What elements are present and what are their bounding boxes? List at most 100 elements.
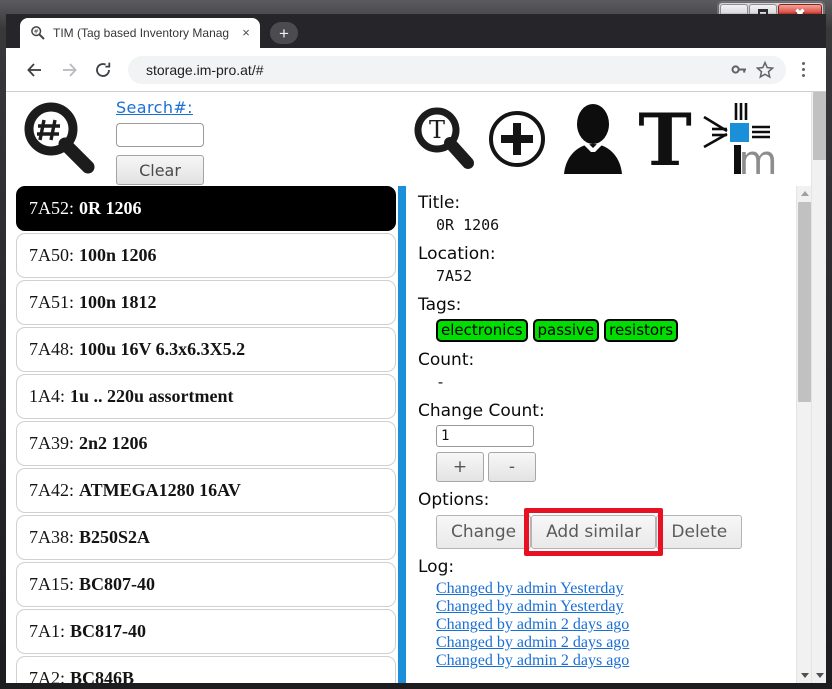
list-item-code: 7A15: xyxy=(29,574,74,594)
magnifier-hash-icon xyxy=(18,98,100,178)
options-row: Change Add similar Delete xyxy=(436,508,811,556)
new-tab-button[interactable]: + xyxy=(270,22,298,44)
svg-text:m: m xyxy=(739,138,776,177)
list-item-code: 7A51: xyxy=(29,292,74,312)
count-value: - xyxy=(436,373,446,391)
list-item-code: 7A39: xyxy=(29,433,74,453)
detail-vertical-scrollbar[interactable] xyxy=(796,186,811,683)
delete-button[interactable]: Delete xyxy=(656,515,743,549)
list-item[interactable]: 7A39: 2n2 1206 xyxy=(16,421,396,466)
detail-scroll-down-icon[interactable] xyxy=(797,668,811,683)
options-label: Options: xyxy=(418,490,490,510)
title-value: 0R 1206 xyxy=(436,216,500,234)
list-item[interactable]: 7A2: BC846B xyxy=(16,656,396,683)
list-item-code: 7A2: xyxy=(29,668,65,683)
list-item-title: 100n 1812 xyxy=(79,292,157,312)
log-entry[interactable]: Changed by admin Yesterday xyxy=(436,580,811,598)
im-pro-logo-icon[interactable]: m xyxy=(702,101,776,177)
menu-dot xyxy=(801,74,805,77)
list-item-code: 7A38: xyxy=(29,527,74,547)
page-scroll-thumb[interactable] xyxy=(813,92,826,160)
list-item-title: BC817-40 xyxy=(70,621,146,641)
decrement-button[interactable]: - xyxy=(488,452,536,482)
add-similar-button[interactable]: Add similar xyxy=(531,515,657,549)
user-admin-icon[interactable] xyxy=(558,102,628,176)
tab-close-icon[interactable]: × xyxy=(238,25,254,41)
field-title: Title: 0R 1206 xyxy=(418,192,811,236)
field-options: Options: Change Add similar Delete xyxy=(418,489,811,556)
log-entry[interactable]: Changed by admin 2 days ago xyxy=(436,634,811,652)
list-item[interactable]: 7A15: BC807-40 xyxy=(16,562,396,607)
increment-button[interactable]: + xyxy=(436,452,484,482)
page-scroll-down-icon[interactable] xyxy=(812,668,826,683)
log-label: Log: xyxy=(418,557,455,577)
app-header: Search#: Clear T T m xyxy=(6,92,811,186)
tag-badge[interactable]: electronics xyxy=(436,319,528,342)
clear-button[interactable]: Clear xyxy=(116,155,204,185)
tag-list: electronics passive resistors xyxy=(436,319,811,342)
list-item-code: 7A52: xyxy=(29,198,74,218)
list-item-code: 7A48: xyxy=(29,339,74,359)
search-input[interactable] xyxy=(116,123,204,147)
list-item-title: ATMEGA1280 16AV xyxy=(79,480,241,500)
detail-scroll-thumb[interactable] xyxy=(798,202,811,402)
browser-tab[interactable]: # TIM (Tag based Inventory Manag × xyxy=(20,18,260,48)
browser-window: # TIM (Tag based Inventory Manag × + sto… xyxy=(6,14,826,683)
list-item-code: 1A4: xyxy=(29,386,65,406)
os-window: ✖ # TIM (Tag based Inventory Manag × + s… xyxy=(0,0,832,689)
menu-dot xyxy=(801,68,805,71)
tag-badge[interactable]: resistors xyxy=(604,319,679,342)
svg-text:T: T xyxy=(429,116,445,144)
list-item-title: BC807-40 xyxy=(79,574,155,594)
list-item-title: 100n 1206 xyxy=(79,245,157,265)
location-value: 7A52 xyxy=(436,267,473,285)
detail-scroll-up-icon[interactable] xyxy=(797,186,811,201)
split-view: 7A52: 0R 1206 7A50: 100n 1206 7A51: 100n 1812… xyxy=(6,186,811,683)
list-item-title: 100u 16V 6.3x6.3X5.2 xyxy=(79,339,246,359)
back-arrow-icon[interactable] xyxy=(20,55,50,85)
menu-dot xyxy=(801,62,805,65)
list-item-code: 7A1: xyxy=(29,621,65,641)
svg-text:#: # xyxy=(34,29,39,36)
star-icon[interactable] xyxy=(752,57,778,83)
add-plus-icon[interactable] xyxy=(486,105,548,173)
location-label: Location: xyxy=(418,244,496,264)
page-vertical-scrollbar[interactable] xyxy=(811,92,826,683)
log-entry[interactable]: Changed by admin Yesterday xyxy=(436,598,811,616)
log-entry[interactable]: Changed by admin 2 days ago xyxy=(436,616,811,634)
list-item[interactable]: 7A51: 100n 1812 xyxy=(16,280,396,325)
list-item[interactable]: 7A1: BC817-40 xyxy=(16,609,396,654)
list-item[interactable]: 7A50: 100n 1206 xyxy=(16,233,396,278)
web-page: Search#: Clear T T m 7A52: 0R 1206 7A50:… xyxy=(6,92,811,683)
list-item[interactable]: 7A42: ATMEGA1280 16AV xyxy=(16,468,396,513)
list-item[interactable]: 7A52: 0R 1206 xyxy=(16,186,396,231)
tim-logo-icon[interactable]: T xyxy=(638,103,692,175)
list-item-title: B250S2A xyxy=(79,527,151,547)
log-entry[interactable]: Changed by admin 2 days ago xyxy=(436,652,811,670)
key-icon[interactable] xyxy=(726,57,752,83)
list-item[interactable]: 1A4: 1u .. 220u assortment xyxy=(16,374,396,419)
svg-text:T: T xyxy=(638,103,692,175)
omnibox[interactable]: storage.im-pro.at/# xyxy=(128,55,786,84)
field-log: Log: Changed by admin Yesterday Changed b… xyxy=(418,556,811,670)
list-item-title: BC846B xyxy=(70,668,135,683)
change-button[interactable]: Change xyxy=(436,515,532,549)
change-count-input[interactable] xyxy=(436,425,534,447)
search-title-icon[interactable]: T xyxy=(410,103,476,175)
browser-menu-button[interactable] xyxy=(790,55,816,85)
list-item-code: 7A50: xyxy=(29,245,74,265)
forward-arrow-icon xyxy=(54,55,84,85)
pane-splitter[interactable] xyxy=(398,186,406,683)
reload-icon[interactable] xyxy=(88,55,118,85)
tab-title: TIM (Tag based Inventory Manag xyxy=(53,26,230,40)
field-count: Count: - xyxy=(418,349,811,393)
list-item-code: 7A42: xyxy=(29,480,74,500)
list-item[interactable]: 7A38: B250S2A xyxy=(16,515,396,560)
field-location: Location: 7A52 xyxy=(418,243,811,287)
browser-toolbar: storage.im-pro.at/# xyxy=(6,48,826,92)
item-detail-panel: Title: 0R 1206 Location: 7A52 Tags: elec… xyxy=(406,186,811,683)
search-hash-link[interactable]: Search#: xyxy=(116,98,208,117)
stepper-row: + - xyxy=(436,452,811,482)
list-item[interactable]: 7A48: 100u 16V 6.3x6.3X5.2 xyxy=(16,327,396,372)
tag-badge[interactable]: passive xyxy=(532,319,600,342)
